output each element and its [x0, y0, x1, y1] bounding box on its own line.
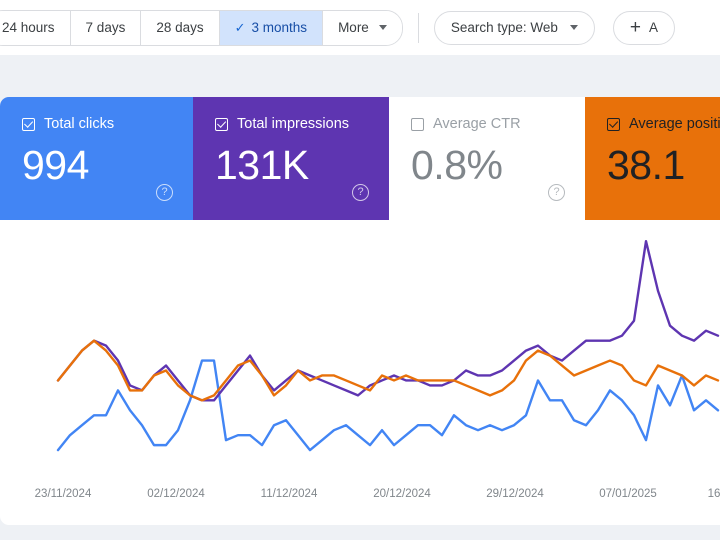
- performance-line-chart[interactable]: [0, 220, 720, 490]
- chart-series-total-impressions: [56, 239, 720, 402]
- date-range-28-days-label: 28 days: [156, 20, 204, 35]
- date-range-more-label: More: [338, 20, 369, 35]
- metric-card-average-position-header: Average positi: [607, 117, 720, 132]
- chart-x-axis: 23/11/2024 02/12/2024 11/12/2024 20/12/2024…: [0, 488, 720, 508]
- metric-card-total-clicks-value: 994: [22, 141, 89, 188]
- metric-card-average-ctr-label: Average CTR: [433, 116, 521, 132]
- x-axis-tick-label: 23/11/2024: [34, 488, 92, 500]
- checkbox-average-position[interactable]: [607, 117, 620, 131]
- metric-card-total-impressions-label: Total impressions: [237, 116, 350, 132]
- chart-series-average-position: [56, 339, 720, 402]
- x-axis-tick-label: 11/12/2024: [260, 488, 318, 500]
- metric-card-average-position-value: 38.1: [607, 141, 685, 188]
- x-axis-tick-label: 16: [707, 488, 720, 500]
- check-icon: ✓: [234, 20, 246, 35]
- date-range-3-months-label: 3 months: [251, 20, 308, 35]
- metric-card-total-impressions[interactable]: Total impressions 131K ?: [193, 97, 389, 220]
- date-range-7-days-label: 7 days: [85, 20, 126, 35]
- x-axis-tick-label: 07/01/2025: [599, 488, 657, 500]
- metric-card-average-ctr-value: 0.8%: [411, 141, 503, 188]
- add-filter-button[interactable]: + A: [612, 10, 676, 45]
- toolbar-divider: [417, 12, 419, 43]
- metric-card-average-ctr[interactable]: Average CTR 0.8% ?: [389, 97, 585, 220]
- date-range-24-hours-label: 24 hours: [2, 20, 55, 35]
- help-icon[interactable]: ?: [156, 184, 173, 201]
- metric-card-average-position[interactable]: Average positi 38.1: [585, 97, 720, 220]
- checkbox-total-impressions[interactable]: [215, 117, 228, 131]
- chevron-down-icon: [569, 25, 578, 30]
- search-type-filter-button[interactable]: Search type: Web: [433, 10, 595, 45]
- date-range-7-days[interactable]: 7 days: [70, 10, 142, 45]
- metric-card-total-clicks-label: Total clicks: [44, 116, 115, 132]
- metric-cards-row: Total clicks 994 ? Total impressions 131…: [0, 97, 720, 220]
- x-axis-tick-label: 29/12/2024: [486, 488, 544, 500]
- x-axis-tick-label: 20/12/2024: [373, 488, 431, 500]
- checkbox-total-clicks[interactable]: [22, 117, 35, 131]
- search-console-performance-page: 24 hours 7 days 28 days ✓ 3 months More …: [0, 0, 720, 540]
- help-icon[interactable]: ?: [548, 184, 565, 201]
- filters-toolbar: 24 hours 7 days 28 days ✓ 3 months More …: [0, 0, 720, 55]
- date-range-28-days[interactable]: 28 days: [141, 10, 220, 45]
- metric-card-total-impressions-value: 131K: [215, 141, 309, 188]
- metric-card-average-ctr-header: Average CTR: [411, 117, 585, 132]
- metric-card-total-clicks-header: Total clicks: [22, 117, 193, 132]
- x-axis-tick-label: 02/12/2024: [147, 488, 205, 500]
- performance-chart-panel: 23/11/2024 02/12/2024 11/12/2024 20/12/2024…: [0, 220, 720, 525]
- date-range-3-months[interactable]: ✓ 3 months: [219, 10, 324, 45]
- checkbox-average-ctr[interactable]: [411, 117, 424, 131]
- plus-icon: +: [629, 17, 641, 38]
- search-type-filter-label: Search type: Web: [450, 20, 558, 35]
- metric-card-total-impressions-header: Total impressions: [215, 117, 389, 132]
- metric-card-average-position-label: Average positi: [629, 116, 720, 132]
- add-filter-label: A: [649, 20, 659, 35]
- date-range-segmented-control[interactable]: 24 hours 7 days 28 days ✓ 3 months More: [0, 9, 403, 46]
- help-icon[interactable]: ?: [352, 184, 369, 201]
- date-range-more[interactable]: More: [323, 10, 402, 45]
- date-range-24-hours[interactable]: 24 hours: [0, 10, 71, 45]
- metric-card-total-clicks[interactable]: Total clicks 994 ?: [0, 97, 193, 220]
- chevron-down-icon: [378, 25, 387, 30]
